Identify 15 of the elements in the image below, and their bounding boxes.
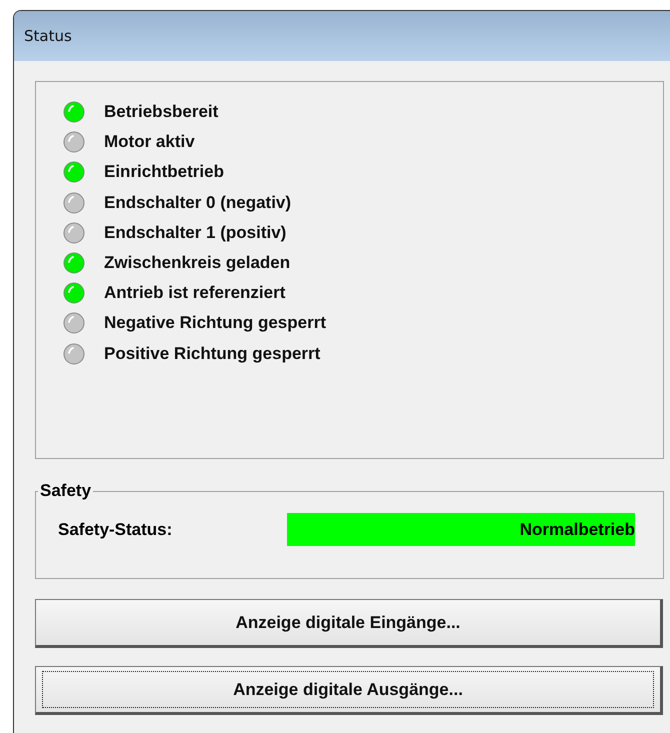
group-title: Safety xyxy=(39,481,92,501)
status-label: Endschalter 0 (negativ) xyxy=(104,192,292,213)
status-label: Betriebsbereit xyxy=(104,102,218,122)
window-title: Status xyxy=(24,27,72,45)
status-label: Negative Richtung gesperrt xyxy=(104,313,326,334)
status-label: Einrichtbetrieb xyxy=(104,162,224,182)
status-label: Zwischenkreis geladen xyxy=(104,253,290,274)
status-label: Motor aktiv xyxy=(104,132,195,152)
dialog-button[interactable]: Anzeige digitale Ausgänge... xyxy=(35,666,663,715)
safety-status-value: Normalbetrieb xyxy=(287,513,635,546)
status-label: Endschalter 1 (positiv) xyxy=(104,222,286,243)
safety-status-label: Safety-Status: xyxy=(58,520,174,540)
dialog-button[interactable]: Anzeige digitale Eingänge... xyxy=(35,599,663,648)
status-label: Antrieb ist referenziert xyxy=(104,283,286,304)
status-label: Positive Richtung gesperrt xyxy=(104,344,320,364)
